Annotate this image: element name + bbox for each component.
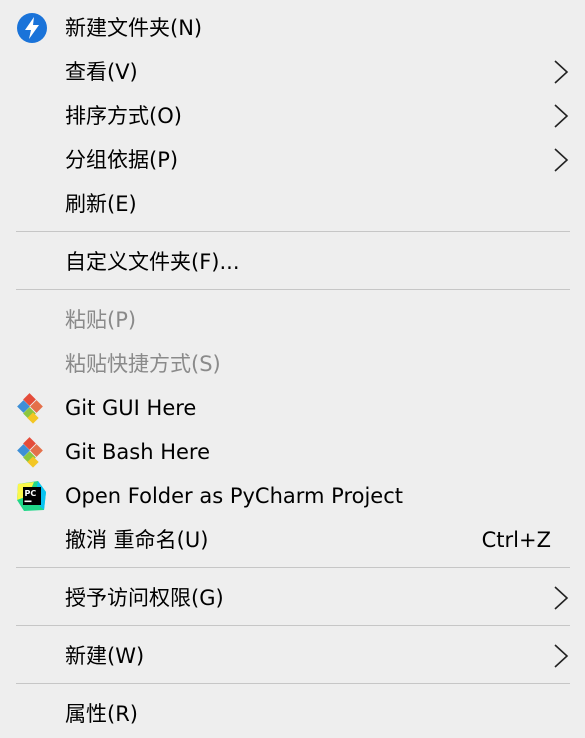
menu-item-label: 排序方式(O): [65, 104, 182, 128]
chevron-right-icon: [554, 104, 569, 128]
chevron-right-icon: [554, 148, 569, 172]
menu-item-label: 粘贴快捷方式(S): [65, 352, 221, 376]
menu-item-label: 刷新(E): [65, 192, 137, 216]
menu-item-refresh[interactable]: 刷新(E): [0, 182, 585, 226]
svg-text:PC: PC: [25, 489, 37, 498]
menu-item-customize-folder[interactable]: 自定义文件夹(F)...: [0, 240, 585, 284]
menu-separator: [16, 567, 570, 568]
menu-item-label: 自定义文件夹(F)...: [65, 250, 240, 274]
keyboard-shortcut: Ctrl+Z: [481, 528, 551, 552]
menu-item-label: Open Folder as PyCharm Project: [65, 484, 403, 508]
menu-item-label: Git Bash Here: [65, 440, 211, 464]
menu-item-pycharm[interactable]: PC Open Folder as PyCharm Project: [0, 474, 585, 518]
menu-item-git-gui[interactable]: Git GUI Here: [0, 386, 585, 430]
menu-item-label: 粘贴(P): [65, 308, 137, 332]
menu-item-label: 新建(W): [65, 644, 145, 668]
chevron-right-icon: [554, 60, 569, 84]
menu-item-label: 授予访问权限(G): [65, 586, 224, 610]
menu-item-properties[interactable]: 属性(R): [0, 692, 585, 736]
menu-item-group-by[interactable]: 分组依据(P): [0, 138, 585, 182]
menu-item-undo-rename[interactable]: 撤消 重命名(U) Ctrl+Z: [0, 518, 585, 562]
menu-separator: [16, 625, 570, 626]
git-diamond-icon: [17, 393, 43, 424]
menu-separator: [16, 289, 570, 290]
menu-item-label: 分组依据(P): [65, 148, 179, 172]
git-diamond-icon: [17, 437, 43, 468]
menu-item-view[interactable]: 查看(V): [0, 50, 585, 94]
context-menu: 新建文件夹(N) 查看(V) 排序方式(O) 分组依据(P) 刷新(E) 自定义…: [0, 0, 585, 738]
menu-separator: [16, 231, 570, 232]
menu-item-paste-shortcut: 粘贴快捷方式(S): [0, 342, 585, 386]
menu-item-label: 新建文件夹(N): [65, 16, 203, 40]
pycharm-icon: PC: [17, 481, 46, 511]
menu-item-label: 属性(R): [65, 702, 138, 726]
menu-item-sort-by[interactable]: 排序方式(O): [0, 94, 585, 138]
menu-item-label: 查看(V): [65, 60, 138, 84]
menu-item-git-bash[interactable]: Git Bash Here: [0, 430, 585, 474]
menu-item-give-access[interactable]: 授予访问权限(G): [0, 576, 585, 620]
menu-item-label: Git GUI Here: [65, 396, 197, 420]
menu-item-new[interactable]: 新建(W): [0, 634, 585, 678]
menu-separator: [16, 683, 570, 684]
lightning-bolt-icon: [17, 13, 47, 43]
menu-item-label: 撤消 重命名(U): [65, 528, 209, 552]
menu-item-new-folder[interactable]: 新建文件夹(N): [0, 6, 585, 50]
menu-item-paste: 粘贴(P): [0, 298, 585, 342]
chevron-right-icon: [554, 644, 569, 668]
chevron-right-icon: [554, 586, 569, 610]
